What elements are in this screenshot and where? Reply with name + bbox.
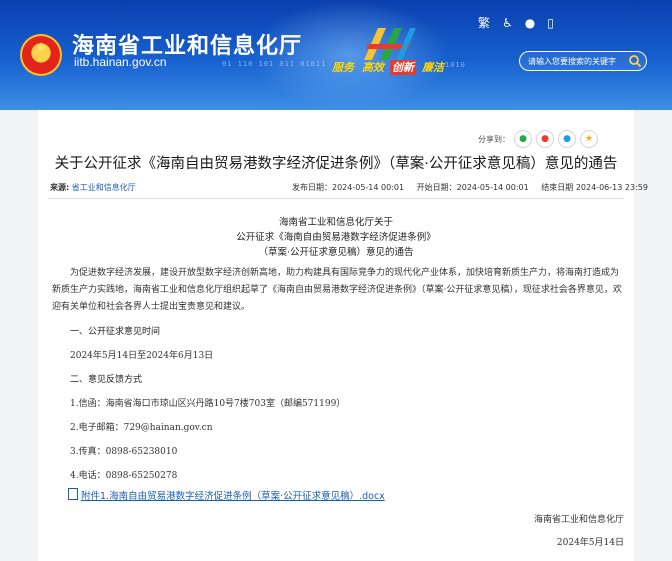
publish-date: 发布日期：2024-05-14 00:01 <box>292 183 405 192</box>
search-input[interactable] <box>528 54 628 68</box>
top-toolbar: 繁 ♿ ● ▯ <box>478 14 554 31</box>
weibo-share-icon[interactable]: ● <box>536 130 554 148</box>
article-title: 关于公开征求《海南自由贸易港数字经济促进条例》（草案·公开征求意见稿）意见的通告 <box>54 156 618 172</box>
traditional-chinese-icon[interactable]: 繁 <box>478 14 490 31</box>
section-1-title: 一、公开征求意见时间 <box>70 327 161 337</box>
start-date: 开始日期：2024-05-14 00:01 <box>416 183 529 192</box>
search-icon[interactable] <box>628 54 642 68</box>
feedback-email: 2.电子邮箱：729@hainan.gov.cn <box>70 423 213 433</box>
qq-share-icon[interactable]: ● <box>558 130 576 148</box>
site-url: iitb.hainan.gov.cn <box>74 55 167 69</box>
article-source: 来源: 省工业和信息化厅 <box>50 182 136 193</box>
qzone-share-icon[interactable]: ★ <box>580 130 598 148</box>
feedback-phone: 4.电话：0898-65250278 <box>70 471 178 481</box>
attachment-link[interactable]: 附件1.海南自由贸易港数字经济促进条例（草案·公开征求意见稿）.docx <box>68 488 385 502</box>
meta-divider <box>48 198 624 199</box>
section-1-body: 2024年5月14日至2024年6月13日 <box>70 351 214 361</box>
doc-heading-line-1: 海南省工业和信息化厅关于 <box>278 217 393 228</box>
slogan-service: 服务 <box>332 61 354 74</box>
end-date: 结束日期 2024-06-13 23:59 <box>541 183 648 192</box>
slogan-innovation: 创新 <box>390 60 416 75</box>
slogan-integrity: 廉洁 <box>422 61 444 74</box>
search-box <box>519 51 647 71</box>
signature-date: 2024年5月14日 <box>556 538 624 548</box>
article-dates: 发布日期：2024-05-14 00:01 开始日期：2024-05-14 00… <box>282 182 648 193</box>
accessibility-icon[interactable]: ♿ <box>502 16 513 30</box>
source-label: 来源: <box>50 183 70 192</box>
feedback-fax: 3.传真：0898-65238010 <box>70 447 178 457</box>
source-link[interactable]: 省工业和信息化厅 <box>72 183 136 192</box>
document-icon <box>68 488 78 500</box>
share-bar: 分享到： ● ● ● ★ <box>478 130 598 148</box>
feedback-letter: 1.信函：海南省海口市琼山区兴丹路10号7楼703室（邮编571199） <box>70 399 346 409</box>
article-card: 分享到： ● ● ● ★ 关于公开征求《海南自由贸易港数字经济促进条例》（草案·… <box>38 110 648 561</box>
department-logo-icon <box>364 28 416 60</box>
slogan: 服务 高效 创新 廉洁 <box>330 59 450 75</box>
site-header: 01 110 101 011 01011 1010 ★ 海南省工业和信息化厅 i… <box>0 0 672 110</box>
section-2-title: 二、意见反馈方式 <box>70 375 143 385</box>
attachment-label: 附件1.海南自由贸易港数字经济促进条例（草案·公开征求意见稿）.docx <box>81 491 385 502</box>
wechat-share-icon[interactable]: ● <box>514 130 532 148</box>
mobile-icon[interactable]: ▯ <box>547 16 554 30</box>
doc-heading-line-3: （草案·公开征求意见稿）意见的通告 <box>258 247 414 258</box>
intro-paragraph: 为促进数字经济发展，建设开放型数字经济创新高地，助力构建具有国际竞争力的现代化产… <box>52 268 622 312</box>
doc-heading-line-2: 公开征求《海南自由贸易港数字经济促进条例》 <box>236 232 436 243</box>
banner-binary-decoration: 01 110 101 011 01011 <box>222 60 327 68</box>
share-label: 分享到： <box>478 134 510 144</box>
national-emblem-icon: ★ <box>20 34 62 76</box>
wechat-icon[interactable]: ● <box>525 16 535 30</box>
signature-org: 海南省工业和信息化厅 <box>533 515 624 525</box>
slogan-efficient: 高效 <box>362 61 384 74</box>
